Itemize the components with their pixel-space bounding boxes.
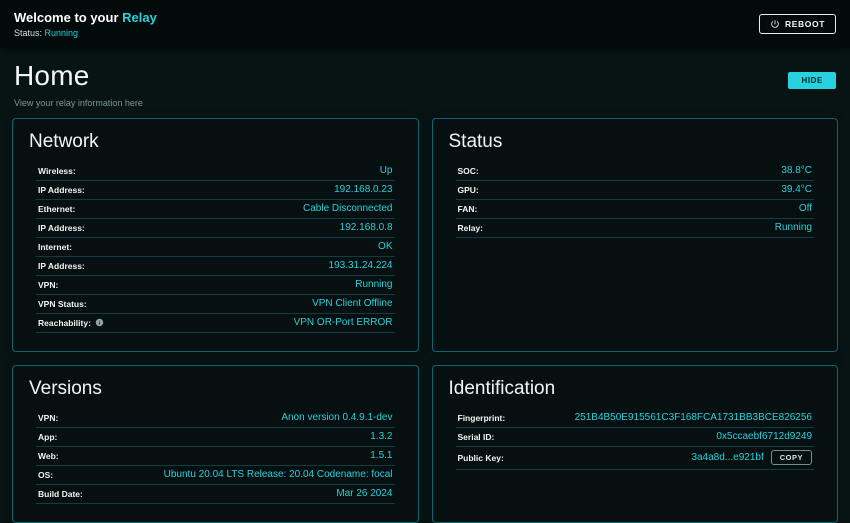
row-wireless: Wireless: Up: [36, 162, 395, 181]
row-label: Reachability:: [38, 318, 91, 328]
page-title: Home: [14, 60, 143, 92]
row-value: Cable Disconnected: [303, 203, 393, 214]
network-panel: Network Wireless: Up IP Address: 192.168…: [12, 118, 419, 352]
row-os: OS: Ubuntu 20.04 LTS Release: 20.04 Code…: [36, 466, 395, 485]
info-icon[interactable]: [95, 318, 104, 327]
row-value: 192.168.0.23: [334, 184, 392, 195]
welcome-heading: Welcome to your Relay: [14, 10, 157, 25]
status-panel-title: Status: [449, 131, 822, 153]
top-header: Welcome to your Relay Status: Running RE…: [0, 0, 850, 48]
header-text-block: Welcome to your Relay Status: Running: [14, 10, 157, 38]
row-ip-wireless: IP Address: 192.168.0.23: [36, 181, 395, 200]
row-label: Web:: [38, 451, 59, 461]
row-gpu: GPU: 39.4°C: [456, 181, 815, 200]
row-label: IP Address:: [38, 261, 85, 271]
versions-panel: Versions VPN: Anon version 0.4.9.1-dev A…: [12, 365, 419, 523]
row-label: VPN:: [38, 413, 58, 423]
row-value: 3a4a8d...e921bf: [691, 452, 763, 463]
row-label: GPU:: [458, 185, 479, 195]
row-ip-ethernet: IP Address: 192.168.0.8: [36, 219, 395, 238]
network-panel-title: Network: [29, 131, 402, 153]
row-label-wrap: Reachability:: [38, 318, 104, 328]
row-vpn: VPN: Running: [36, 276, 395, 295]
identification-panel: Identification Fingerprint: 251B4B50E915…: [432, 365, 839, 523]
row-label: Relay:: [458, 223, 484, 233]
row-fan: FAN: Off: [456, 200, 815, 219]
row-value: 193.31.24.224: [329, 260, 393, 271]
row-value: 1.5.1: [370, 450, 392, 461]
panel-grid: Network Wireless: Up IP Address: 192.168…: [12, 118, 838, 523]
copy-button[interactable]: COPY: [771, 450, 812, 465]
row-label: VPN:: [38, 280, 58, 290]
row-label: Wireless:: [38, 166, 76, 176]
row-label: App:: [38, 432, 57, 442]
row-value: 38.8°C: [781, 165, 812, 176]
versions-panel-title: Versions: [29, 378, 402, 400]
main-content: Home View your relay information here HI…: [0, 48, 850, 523]
row-value: Mar 26 2024: [336, 488, 392, 499]
page-head: Home View your relay information here HI…: [12, 56, 838, 108]
row-label: Internet:: [38, 242, 72, 252]
row-label: VPN Status:: [38, 299, 87, 309]
row-ethernet: Ethernet: Cable Disconnected: [36, 200, 395, 219]
identification-rows: Fingerprint: 251B4B50E915561C3F168FCA173…: [456, 409, 815, 470]
row-public-key: Public Key: 3a4a8d...e921bf COPY: [456, 447, 815, 470]
relay-status-line: Status: Running: [14, 28, 157, 38]
row-value: VPN OR-Port ERROR: [294, 317, 393, 328]
row-label: Ethernet:: [38, 204, 75, 214]
row-label: FAN:: [458, 204, 478, 214]
row-value: Up: [380, 165, 393, 176]
welcome-text: Welcome to your: [14, 10, 122, 25]
row-value: Running: [355, 279, 392, 290]
row-value: OK: [378, 241, 392, 252]
status-panel: Status SOC: 38.8°C GPU: 39.4°C FAN: Off …: [432, 118, 839, 352]
row-value: Running: [775, 222, 812, 233]
reboot-label: REBOOT: [785, 19, 825, 29]
row-serial-id: Serial ID: 0x5ccaebf6712d9249: [456, 428, 815, 447]
row-value: VPN Client Offline: [312, 298, 392, 309]
row-label: IP Address:: [38, 223, 85, 233]
row-label: SOC:: [458, 166, 479, 176]
row-relay: Relay: Running: [456, 219, 815, 238]
page-title-block: Home View your relay information here: [14, 60, 143, 108]
identification-panel-title: Identification: [449, 378, 822, 400]
row-value: Ubuntu 20.04 LTS Release: 20.04 Codename…: [164, 469, 393, 480]
row-label: Build Date:: [38, 489, 83, 499]
row-app-version: App: 1.3.2: [36, 428, 395, 447]
power-icon: [770, 19, 780, 29]
row-label: OS:: [38, 470, 53, 480]
row-reachability: Reachability: VPN OR-Port ERROR: [36, 314, 395, 333]
row-value: 39.4°C: [781, 184, 812, 195]
row-value: Off: [799, 203, 812, 214]
page-subtitle: View your relay information here: [14, 98, 143, 108]
row-vpn-version: VPN: Anon version 0.4.9.1-dev: [36, 409, 395, 428]
public-key-value-wrap: 3a4a8d...e921bf COPY: [691, 450, 812, 465]
row-internet: Internet: OK: [36, 238, 395, 257]
row-fingerprint: Fingerprint: 251B4B50E915561C3F168FCA173…: [456, 409, 815, 428]
row-build-date: Build Date: Mar 26 2024: [36, 485, 395, 504]
row-vpn-status: VPN Status: VPN Client Offline: [36, 295, 395, 314]
row-label: Serial ID:: [458, 432, 495, 442]
row-value: 1.3.2: [370, 431, 392, 442]
row-web-version: Web: 1.5.1: [36, 447, 395, 466]
row-value: 251B4B50E915561C3F168FCA1731BB3BCE826256: [575, 412, 812, 423]
reboot-button[interactable]: REBOOT: [759, 14, 836, 34]
network-rows: Wireless: Up IP Address: 192.168.0.23 Et…: [36, 162, 395, 333]
status-rows: SOC: 38.8°C GPU: 39.4°C FAN: Off Relay: …: [456, 162, 815, 238]
row-label: Public Key:: [458, 453, 504, 463]
status-value: Running: [45, 28, 79, 38]
row-label: Fingerprint:: [458, 413, 506, 423]
row-value: Anon version 0.4.9.1-dev: [281, 412, 392, 423]
row-soc: SOC: 38.8°C: [456, 162, 815, 181]
row-value: 192.168.0.8: [340, 222, 393, 233]
row-label: IP Address:: [38, 185, 85, 195]
row-value: 0x5ccaebf6712d9249: [716, 431, 812, 442]
row-ip-internet: IP Address: 193.31.24.224: [36, 257, 395, 276]
versions-rows: VPN: Anon version 0.4.9.1-dev App: 1.3.2…: [36, 409, 395, 504]
status-label: Status:: [14, 28, 45, 38]
hide-button[interactable]: HIDE: [788, 72, 836, 89]
welcome-relay-text: Relay: [122, 10, 157, 25]
